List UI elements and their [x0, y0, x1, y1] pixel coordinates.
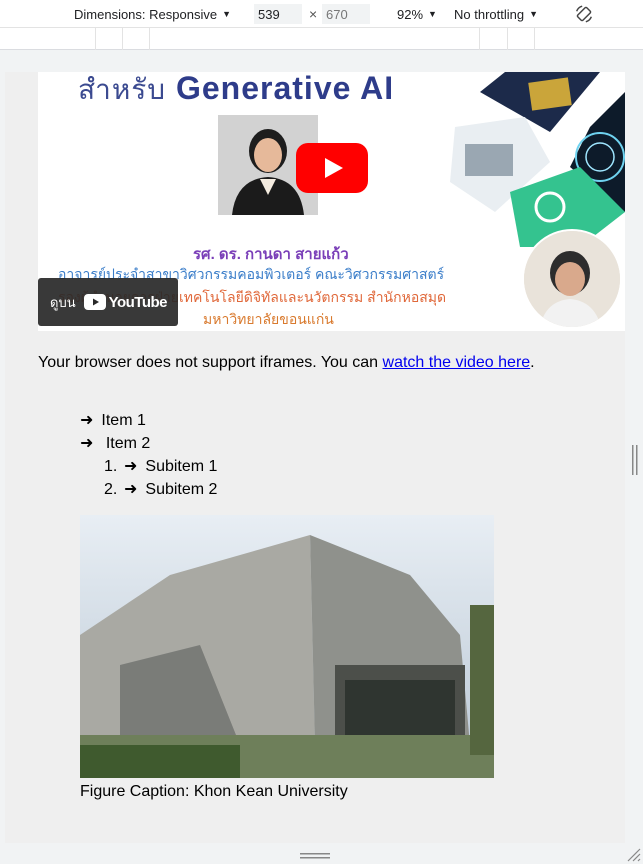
- sub-list: 1. ➜ Subitem 1 2. ➜ Subitem 2: [80, 456, 217, 502]
- arrow-icon: ➜: [80, 435, 94, 452]
- dimensions-dropdown[interactable]: Dimensions: Responsive ▼: [74, 0, 231, 28]
- height-input[interactable]: [322, 4, 370, 24]
- watch-on-youtube-badge[interactable]: ดูบน YouTube: [38, 278, 178, 326]
- caret-down-icon: ▼: [529, 9, 539, 19]
- figure-caption: Figure Caption: Khon Kean University: [80, 783, 348, 800]
- sub-list-item: 1. ➜ Subitem 1: [104, 458, 218, 475]
- zoom-label: 92%: [397, 6, 424, 22]
- times-sign: ×: [309, 6, 318, 22]
- watch-video-link[interactable]: watch the video here: [383, 354, 531, 371]
- video-title: สำหรับ Generative AI: [78, 72, 395, 106]
- caret-down-icon: ▼: [428, 9, 437, 19]
- youtube-video-thumbnail[interactable]: สำหรับ Generative AI รศ. ดร. กานดา สายแก…: [38, 72, 625, 331]
- list-item: ➜ Item 2: [80, 435, 151, 452]
- rotate-icon: [575, 5, 593, 23]
- arrow-icon: ➜: [124, 458, 138, 475]
- youtube-logo-icon: [83, 294, 106, 310]
- arrow-icon: ➜: [80, 412, 94, 429]
- youtube-label: YouTube: [108, 293, 168, 311]
- list-item: ➜ Item 1: [80, 412, 146, 429]
- media-query-ruler: [0, 28, 643, 50]
- resize-handle-right[interactable]: [632, 445, 638, 475]
- presenter-webcam: [522, 229, 622, 329]
- iframe-fallback-text: Your browser does not support iframes. Y…: [38, 354, 535, 371]
- speaker-university: มหาวิทยาลัยขอนแก่น: [203, 311, 334, 327]
- ai-collage-image: [450, 72, 625, 247]
- dimensions-label: Dimensions: Responsive: [74, 6, 218, 22]
- youtube-play-button[interactable]: [296, 143, 368, 193]
- throttling-label: No throttling: [454, 6, 525, 22]
- university-building-photo: [80, 515, 494, 778]
- item-list: ➜ Item 1 ➜ Item 2 1. ➜ Subitem 1 2. ➜ Subitem…: [80, 410, 217, 502]
- resize-corner-icon[interactable]: [625, 846, 641, 862]
- width-input[interactable]: [254, 4, 302, 24]
- watch-on-label: ดูบน: [50, 294, 76, 310]
- rotate-button[interactable]: [573, 0, 595, 28]
- speaker-name: รศ. ดร. กานดา สายแก้ว: [193, 246, 349, 263]
- sub-list-item: 2. ➜ Subitem 2: [104, 481, 218, 498]
- emulated-viewport: สำหรับ Generative AI รศ. ดร. กานดา สายแก…: [5, 72, 625, 843]
- resize-handle-bottom[interactable]: [300, 853, 330, 859]
- arrow-icon: ➜: [124, 481, 138, 498]
- caret-down-icon: ▼: [222, 9, 231, 19]
- device-toolbar: Dimensions: Responsive ▼ × 92% ▼ No thro…: [0, 0, 643, 28]
- zoom-dropdown[interactable]: 92% ▼: [397, 0, 437, 28]
- throttling-dropdown[interactable]: No throttling ▼: [454, 0, 538, 28]
